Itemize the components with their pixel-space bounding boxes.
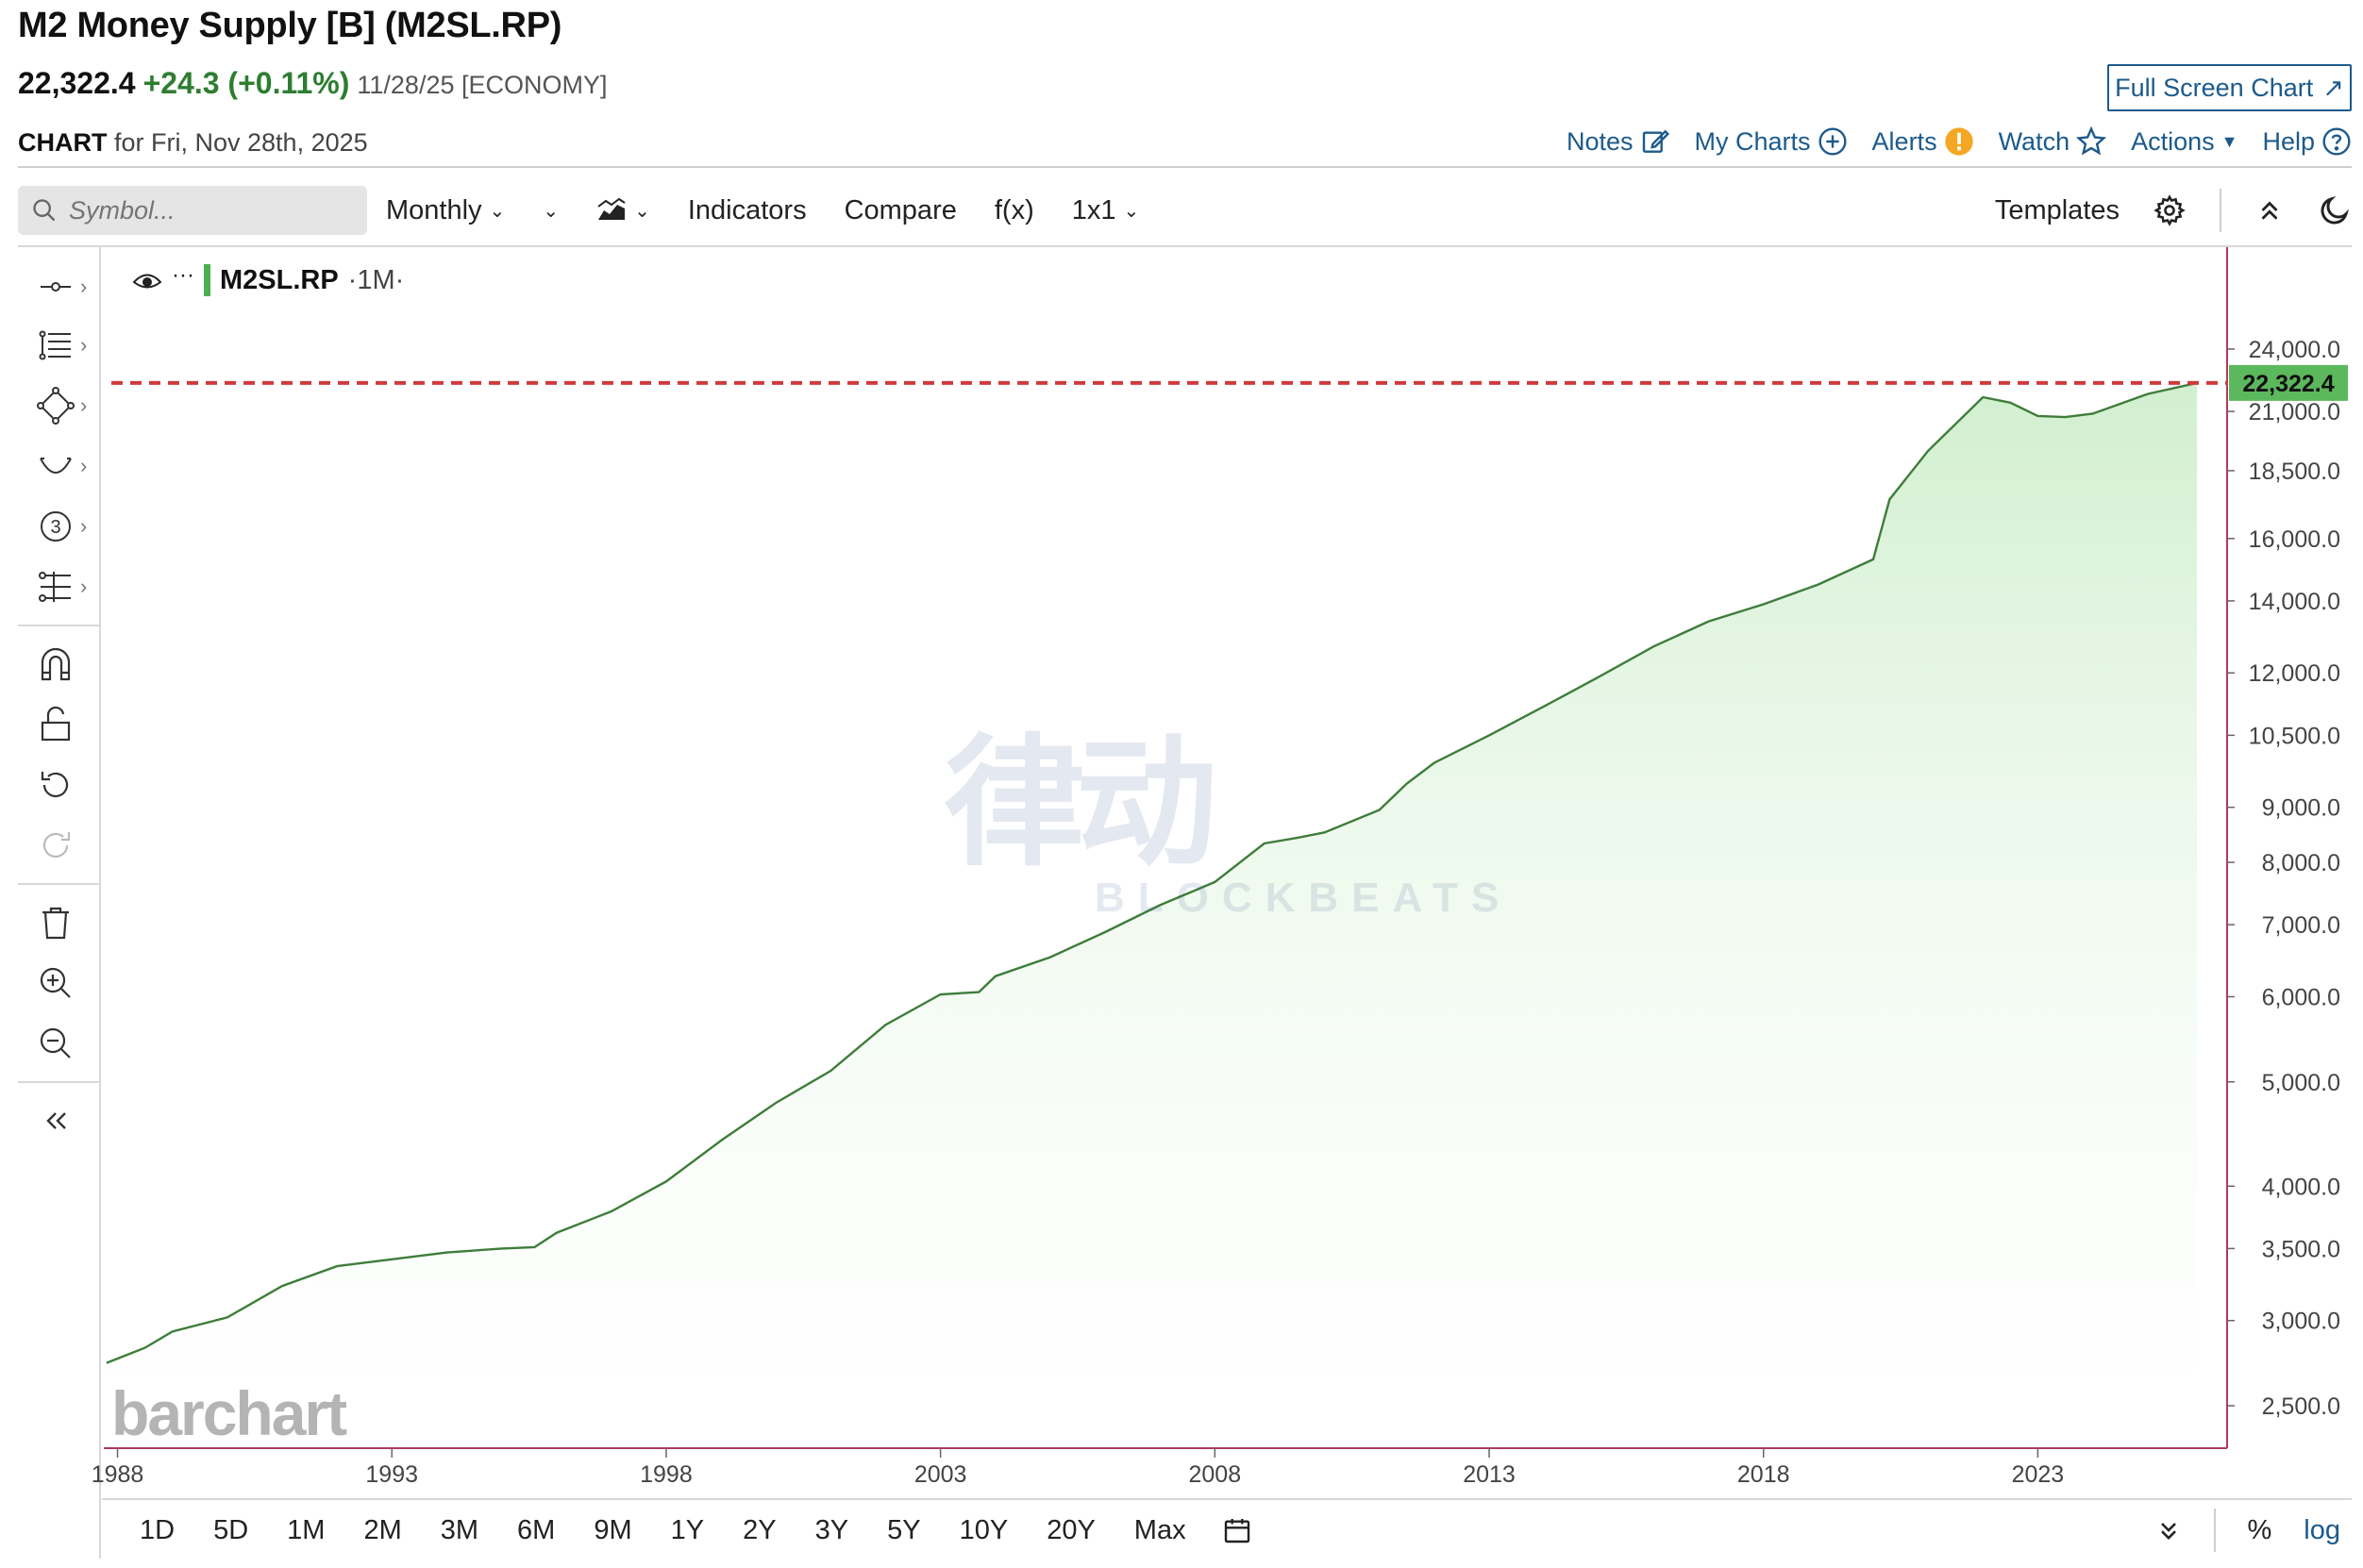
- range-button-3m[interactable]: 3M: [441, 1515, 478, 1546]
- x-tick-label: 2018: [1737, 1461, 1790, 1488]
- range-button-1m[interactable]: 1M: [287, 1515, 325, 1546]
- x-tick-label: 2023: [2012, 1461, 2065, 1488]
- chart-canvas[interactable]: 1988 1993 1998 2003 2008 2013 2018 2023 2,500.0…: [0, 0, 2363, 1568]
- range-button-10y[interactable]: 10Y: [960, 1515, 1009, 1546]
- y-tick-label: 9,000.0: [2262, 795, 2340, 822]
- range-bar-separator: [2213, 1509, 2216, 1552]
- x-tick-label: 1998: [640, 1461, 693, 1488]
- range-button-1d[interactable]: 1D: [140, 1515, 175, 1546]
- series-color-swatch: [203, 264, 210, 296]
- y-tick-label: 14,000.0: [2249, 589, 2340, 615]
- y-tick-label: 6,000.0: [2262, 984, 2340, 1010]
- range-button-max[interactable]: Max: [1134, 1515, 1186, 1546]
- legend-symbol: M2SL.RP: [219, 264, 339, 295]
- y-tick-label: 18,500.0: [2249, 459, 2340, 485]
- range-button-1y[interactable]: 1Y: [671, 1515, 704, 1546]
- y-tick-label: 12,000.0: [2249, 660, 2340, 687]
- x-tick-label: 2013: [1463, 1461, 1516, 1488]
- y-tick-label: 21,000.0: [2249, 399, 2340, 425]
- y-tick-label: 5,000.0: [2262, 1070, 2340, 1096]
- range-button-2m[interactable]: 2M: [363, 1515, 401, 1546]
- eye-icon[interactable]: [132, 270, 162, 291]
- range-button-20y[interactable]: 20Y: [1047, 1515, 1096, 1546]
- y-tick-label: 4,000.0: [2262, 1174, 2340, 1200]
- range-list: 1D 5D 1M 2M 3M 6M 9M 1Y 2Y 3Y 5Y 10Y 20Y Max: [102, 1515, 1186, 1546]
- y-tick-label: 2,500.0: [2262, 1393, 2340, 1420]
- range-button-6m[interactable]: 6M: [517, 1515, 555, 1546]
- double-chevron-down-icon[interactable]: [2155, 1517, 2182, 1543]
- range-button-5y[interactable]: 5Y: [887, 1515, 920, 1546]
- x-tick-label: 2003: [914, 1461, 967, 1488]
- range-button-3y[interactable]: 3Y: [815, 1515, 848, 1546]
- legend-period: ·1M·: [347, 264, 405, 295]
- range-bar: 1D 5D 1M 2M 3M 6M 9M 1Y 2Y 3Y 5Y 10Y 20Y Max % log: [102, 1498, 2352, 1560]
- range-button-2y[interactable]: 2Y: [743, 1515, 776, 1546]
- y-tick-label: 3,500.0: [2262, 1236, 2340, 1262]
- log-toggle[interactable]: log: [2304, 1515, 2340, 1546]
- x-tick-label: 1993: [365, 1461, 418, 1488]
- range-button-5d[interactable]: 5D: [213, 1515, 248, 1546]
- range-bar-right: % log: [2155, 1509, 2353, 1552]
- calendar-icon[interactable]: [1222, 1515, 1252, 1545]
- y-tick-label: 10,500.0: [2249, 723, 2340, 749]
- barchart-logo: barchart: [111, 1378, 347, 1448]
- chart-legend: ··· M2SL.RP ·1M·: [132, 262, 405, 296]
- y-tick-label: 7,000.0: [2262, 912, 2340, 939]
- y-tick-label: 8,000.0: [2262, 850, 2340, 876]
- more-options-icon[interactable]: ···: [172, 262, 194, 289]
- percent-toggle[interactable]: %: [2248, 1515, 2272, 1546]
- range-button-9m[interactable]: 9M: [594, 1515, 631, 1546]
- series-area: [106, 382, 2198, 1448]
- x-tick-label: 2008: [1189, 1461, 1242, 1488]
- y-tick-label: 16,000.0: [2249, 526, 2340, 553]
- x-tick-label: 1988: [92, 1461, 144, 1488]
- y-tick-label: 3,000.0: [2262, 1309, 2340, 1335]
- y-tick-label: 24,000.0: [2249, 337, 2340, 363]
- last-value-label: 22,322.4: [2242, 371, 2334, 397]
